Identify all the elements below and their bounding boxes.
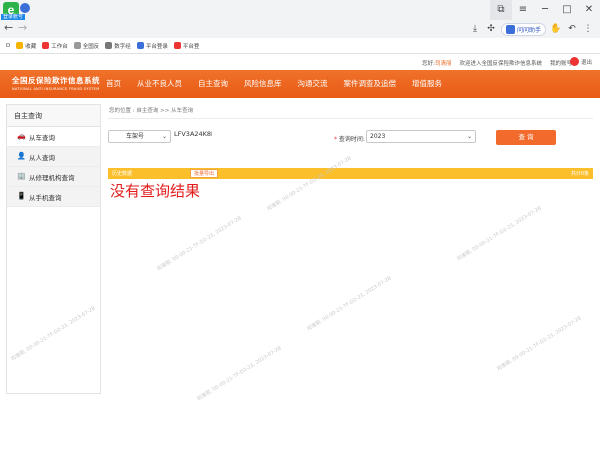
menu-item-value-added[interactable]: 增值服务 bbox=[404, 70, 450, 98]
bookmark-label: 收藏 bbox=[25, 43, 37, 50]
maximize-icon[interactable]: □ bbox=[556, 0, 578, 20]
welcome-text: 欢迎进入全国反保险欺诈信息系统 bbox=[459, 61, 542, 67]
year-label: * 查询时间: bbox=[334, 134, 365, 143]
phone-icon: 📱 bbox=[17, 192, 26, 200]
sidebar-item-repair-query[interactable]: 🏢 从修理机构查询 bbox=[7, 167, 100, 187]
menu-item-case-investigation[interactable]: 案件调查及追偿 bbox=[336, 70, 405, 98]
bookmark-3[interactable]: 全国反 bbox=[73, 42, 100, 50]
forward-button[interactable]: → bbox=[18, 21, 27, 34]
user-links: 您好:司清丽 欢迎进入全国反保险欺诈信息系统 我的账号 bbox=[422, 59, 572, 67]
exit-button[interactable]: 退出 bbox=[569, 57, 592, 66]
bookmark-label: 平台登录 bbox=[145, 43, 168, 50]
my-account-link[interactable]: 我的账号 bbox=[550, 59, 572, 67]
year-value: 2023 bbox=[370, 133, 386, 140]
year-select[interactable]: 2023 ⌄ bbox=[366, 130, 476, 143]
history-label: 历史数据 bbox=[112, 171, 133, 177]
star-icon bbox=[16, 42, 24, 49]
plate-type-value: 车架号 bbox=[126, 133, 145, 140]
sidebar-item-label: 从车查询 bbox=[29, 133, 55, 142]
menu-item-bad-personnel[interactable]: 从业不良人员 bbox=[129, 70, 190, 98]
back-button[interactable]: ← bbox=[4, 21, 13, 34]
breadcrumb: 您的位置 : 自主查询 >> 从车查询 bbox=[109, 108, 194, 114]
site-top-strip: 您好:司清丽 欢迎进入全国反保险欺诈信息系统 我的账号 退出 bbox=[0, 54, 600, 70]
menu-item-communication[interactable]: 沟通交流 bbox=[290, 70, 336, 98]
sidebar-item-label: 从手机查询 bbox=[29, 193, 62, 202]
bookmark-label: 数字经 bbox=[114, 43, 131, 50]
sidebar-item-label: 从人查询 bbox=[29, 153, 55, 162]
bookmark-favicon-icon bbox=[73, 42, 81, 49]
result-header-bar: 历史数据 批量导出 共计0条 bbox=[108, 168, 593, 179]
total-count: 共计0条 bbox=[570, 171, 589, 177]
bookmark-favicon-icon bbox=[136, 42, 144, 49]
sidebar-item-label: 从修理机构查询 bbox=[29, 173, 75, 182]
greeting-label: 您好: bbox=[422, 61, 435, 67]
bookmark-label: 工作台 bbox=[51, 43, 68, 50]
bookmark-favicon-icon bbox=[42, 42, 50, 49]
sidebar-item-phone-query[interactable]: 📱 从手机查询 bbox=[7, 187, 100, 207]
bookmark-2[interactable]: 工作台 bbox=[42, 42, 68, 50]
site-logo[interactable]: 全国反保险欺诈信息系统 NATIONAL ANTI-INSURANCE FRAU… bbox=[12, 75, 100, 91]
window-controls: ⧉ ≡ ─ □ ✕ bbox=[490, 0, 600, 20]
exit-label: 退出 bbox=[580, 59, 592, 66]
bookmark-4[interactable]: 数字经 bbox=[105, 42, 131, 50]
chevron-down-icon: ⌄ bbox=[466, 133, 472, 140]
year-label-text: 查询时间: bbox=[338, 136, 365, 143]
no-result-message: 没有查询结果 bbox=[110, 182, 201, 200]
sidebar-item-person-query[interactable]: 👤 从人查询 bbox=[7, 147, 100, 167]
car-icon: 🚗 bbox=[17, 132, 26, 140]
logo-subtitle: NATIONAL ANTI-INSURANCE FRAUD SYSTEM bbox=[12, 87, 100, 91]
query-button[interactable]: 查 询 bbox=[496, 130, 556, 145]
bookmark-label: 全国反 bbox=[82, 43, 100, 50]
ai-assistant-button[interactable]: 问问助手 bbox=[500, 22, 546, 36]
browser-titlebar: e 登录账号 ⧉ ≡ ─ □ ✕ bbox=[0, 0, 600, 21]
bookmark-0[interactable]: D bbox=[6, 43, 10, 49]
repair-icon: 🏢 bbox=[17, 172, 26, 180]
user-name: 司清丽 bbox=[434, 61, 452, 67]
logo-title: 全国反保险欺诈信息系统 bbox=[12, 76, 100, 85]
chevron-down-icon: ⌄ bbox=[161, 133, 167, 140]
required-mark: * bbox=[334, 136, 337, 143]
bookmark-favicon-icon bbox=[173, 42, 181, 49]
minimize-icon[interactable]: ─ bbox=[534, 0, 556, 20]
main-menu: 首页 从业不良人员 自主查询 风险信息库 沟通交流 案件调查及追偿 增值服务 bbox=[98, 70, 450, 98]
plate-type-select[interactable]: 车架号 ⌄ bbox=[108, 130, 171, 143]
export-button[interactable]: 批量导出 bbox=[190, 169, 219, 178]
extension-icon[interactable]: ✣ bbox=[485, 23, 497, 35]
exit-icon bbox=[569, 57, 579, 66]
menu-item-home[interactable]: 首页 bbox=[98, 70, 129, 98]
bookmarks-bar: D 收藏 工作台 全国反 数字经 平台登录 平台登 bbox=[0, 38, 600, 54]
ai-label: 问问助手 bbox=[516, 26, 541, 34]
close-icon[interactable]: ✕ bbox=[578, 0, 600, 20]
address-bar: ← → ⤓ ✣ 问问助手 ✋ ↶ ⋮ bbox=[0, 20, 600, 38]
bookmark-favicon-icon bbox=[105, 42, 113, 49]
more-icon[interactable]: ⋮ bbox=[582, 23, 594, 35]
bookmark-1[interactable]: 收藏 bbox=[16, 42, 36, 50]
menu-item-self-query[interactable]: 自主查询 bbox=[190, 70, 236, 98]
download-icon[interactable]: ⤓ bbox=[469, 23, 481, 35]
ai-icon bbox=[505, 24, 515, 34]
divider bbox=[108, 118, 593, 119]
sidebar-item-car-query[interactable]: 🚗 从车查询 bbox=[7, 127, 100, 147]
bookmark-5[interactable]: 平台登录 bbox=[136, 42, 168, 50]
sidebar-title: 自主查询 bbox=[7, 105, 100, 127]
greeting-text: 您好:司清丽 bbox=[422, 59, 451, 67]
menu-icon[interactable]: ≡ bbox=[512, 0, 534, 20]
toolbar-icons: ⤓ ✣ 问问助手 ✋ ↶ ⋮ bbox=[469, 20, 600, 38]
menu-item-risk-db[interactable]: 风险信息库 bbox=[236, 70, 290, 98]
tab-favicon-icon[interactable] bbox=[20, 3, 30, 13]
undo-icon[interactable]: ↶ bbox=[566, 23, 578, 35]
person-icon: 👤 bbox=[17, 152, 26, 160]
site-header: 全国反保险欺诈信息系统 NATIONAL ANTI-INSURANCE FRAU… bbox=[0, 70, 600, 98]
bookmark-label: D bbox=[6, 42, 11, 49]
pin-icon[interactable]: ⧉ bbox=[490, 0, 512, 20]
bookmark-label: 平台登 bbox=[182, 43, 200, 50]
hand-icon[interactable]: ✋ bbox=[550, 23, 562, 35]
redaction-mask bbox=[212, 124, 278, 150]
bookmark-6[interactable]: 平台登 bbox=[173, 42, 200, 50]
